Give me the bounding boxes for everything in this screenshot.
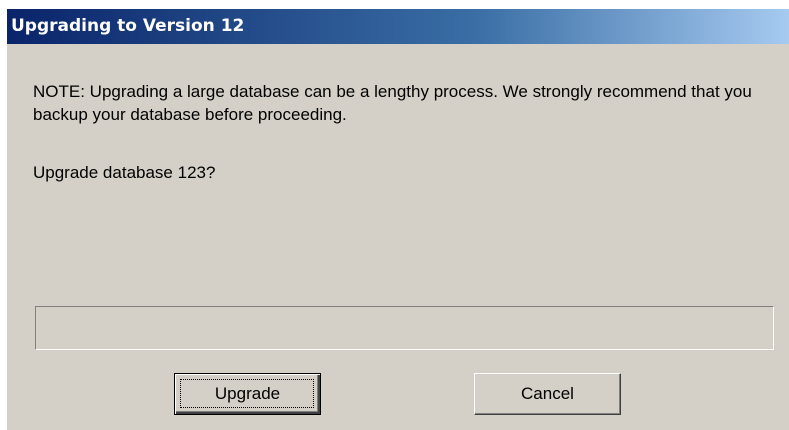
window-title: Upgrading to Version 12 — [11, 16, 245, 36]
upgrade-question: Upgrade database 123? — [33, 163, 216, 182]
upgrade-button[interactable]: Upgrade — [174, 373, 321, 415]
upgrade-button-label: Upgrade — [214, 384, 281, 403]
note-message: NOTE: Upgrading a large database can be … — [33, 82, 752, 124]
title-bar[interactable]: Upgrading to Version 12 — [7, 9, 789, 44]
progress-bar — [35, 306, 774, 350]
cancel-button-label: Cancel — [521, 384, 574, 403]
cancel-button[interactable]: Cancel — [474, 373, 621, 415]
upgrade-dialog: Upgrading to Version 12 NOTE: Upgrading … — [7, 9, 789, 430]
